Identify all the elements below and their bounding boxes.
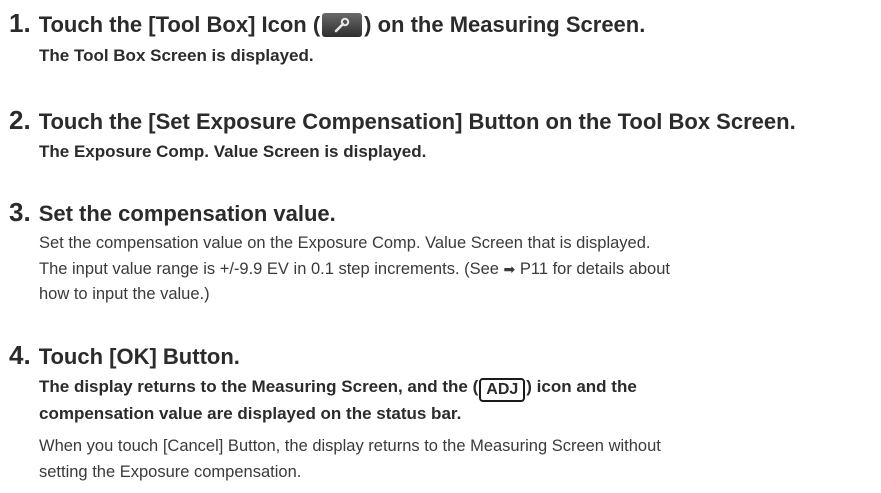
step-3-title: Set the compensation value. — [38, 201, 336, 226]
arrow-right-icon: ➡ — [503, 261, 516, 277]
adj-icon: ADJ — [479, 378, 526, 402]
step-4-note-line-2: setting the Exposure compensation. — [39, 463, 302, 481]
step-4-result-line-1: The display returns to the Measuring Scr… — [39, 377, 637, 402]
step-4-result-line-2: compensation value are displayed on the … — [39, 404, 462, 423]
step-3-number: 3. — [9, 197, 31, 227]
step-4-result-after: ) icon and the — [526, 377, 637, 396]
step-1-title-before: Touch the [Tool Box] Icon ( — [38, 12, 321, 37]
step-3-line-1: Set the compensation value on the Exposu… — [39, 234, 651, 252]
step-1-number: 1. — [9, 8, 31, 38]
step-3-line-2: The input value range is +/-9.9 EV in 0.… — [39, 260, 670, 279]
step-2-heading: 2. Touch the [Set Exposure Compensation] … — [9, 105, 796, 136]
step-3-line-2-before: The input value range is +/-9.9 EV in 0.… — [39, 260, 504, 278]
step-1-result: The Tool Box Screen is displayed. — [39, 46, 314, 65]
step-3-heading: 3. Set the compensation value. — [9, 197, 336, 228]
step-3-line-2-after: P11 for details about — [515, 260, 670, 278]
step-4-result-before: The display returns to the Measuring Scr… — [39, 377, 479, 396]
step-4-number: 4. — [9, 340, 31, 370]
step-4-heading: 4. Touch [OK] Button. — [9, 340, 240, 371]
step-1-heading: 1. Touch the [Tool Box] Icon ( ) on the Me… — [9, 8, 645, 39]
wrench-icon — [322, 13, 363, 37]
step-1-title-after: ) on the Measuring Screen. — [364, 12, 646, 37]
step-2-result: The Exposure Comp. Value Screen is displ… — [39, 142, 427, 161]
step-3-line-3: how to input the value.) — [39, 285, 210, 303]
step-4-note-line-1: When you touch [Cancel] Button, the disp… — [39, 437, 661, 455]
step-2-number: 2. — [9, 105, 31, 135]
step-4-title: Touch [OK] Button. — [38, 344, 240, 369]
step-2-title: Touch the [Set Exposure Compensation] Bu… — [38, 109, 796, 134]
